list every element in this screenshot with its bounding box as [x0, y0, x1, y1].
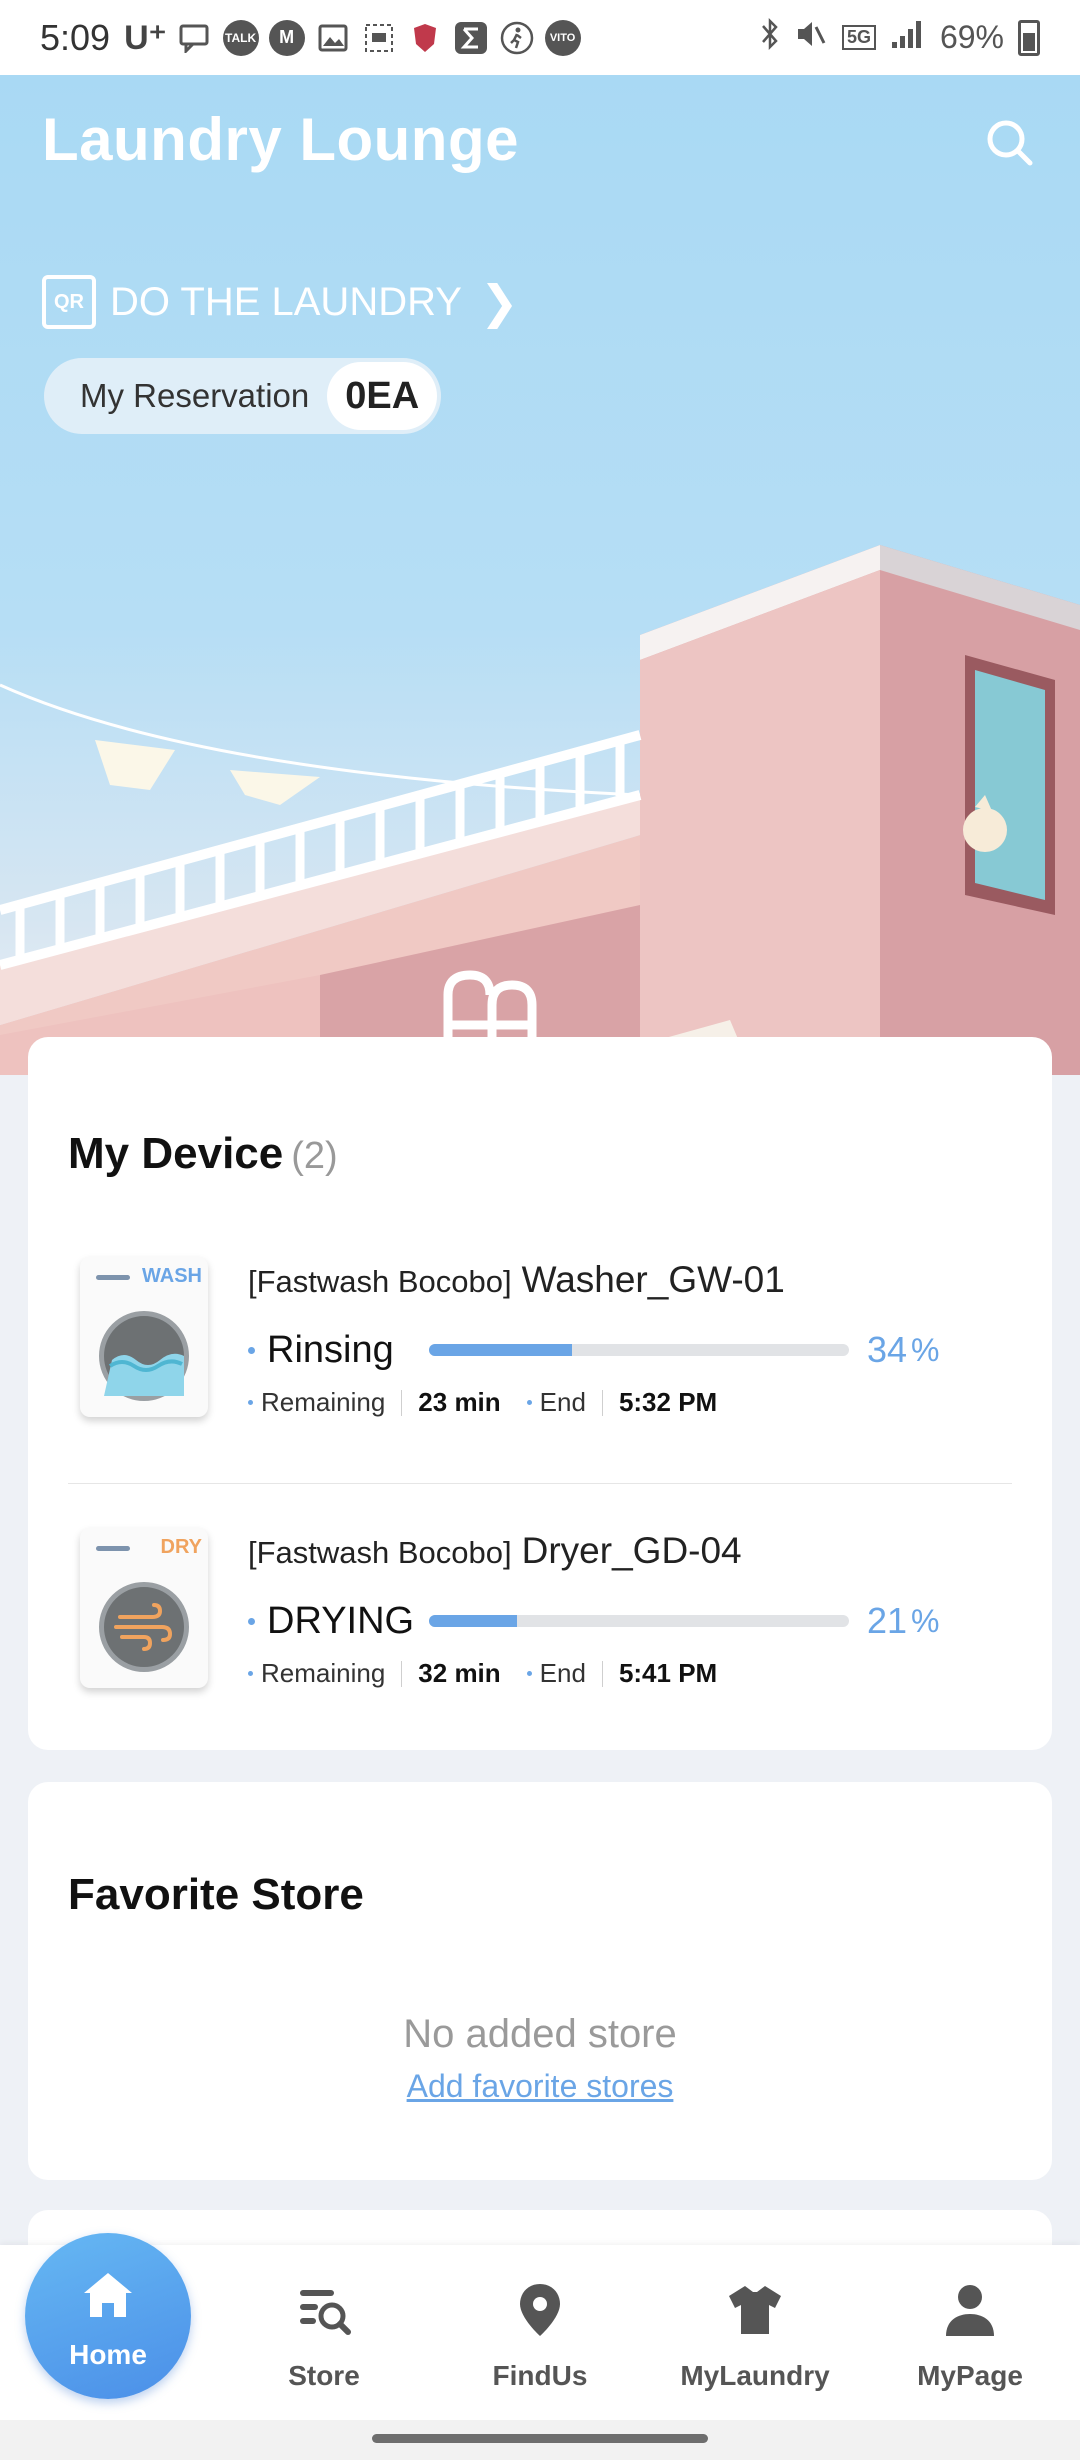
nav-home-label: Home — [69, 2339, 147, 2370]
device-brand: [Fastwash Bocobo] — [248, 1535, 512, 1570]
m-icon: M — [268, 19, 305, 56]
carrier-icon: U⁺ — [124, 18, 167, 57]
reservation-label: My Reservation — [80, 377, 310, 414]
device-brand: [Fastwash Bocobo] — [248, 1264, 512, 1299]
end-value: 5:41 PM — [618, 1658, 718, 1688]
store-search-icon — [300, 2290, 351, 2335]
chevron-right-icon: ❯ — [479, 276, 519, 328]
washer-icon: WASH — [80, 1257, 208, 1417]
my-device-heading: My Device (2) — [68, 1129, 338, 1179]
remaining-value: 32 min — [418, 1658, 501, 1688]
home-indicator[interactable] — [372, 2434, 708, 2443]
progress-fill — [429, 1615, 518, 1627]
device-model: Dryer_GD-04 — [521, 1530, 742, 1571]
device-meta-row: Remaining 32 min End 5:41 PM — [248, 1658, 743, 1689]
system-status: 5G 69% — [760, 17, 1040, 59]
remaining-value: 23 min — [418, 1387, 501, 1417]
percent-unit: % — [911, 1331, 940, 1368]
device-status: Rinsing — [267, 1328, 394, 1371]
shirt-icon — [729, 2286, 781, 2334]
network-type: 5G — [841, 25, 876, 50]
rooftop-illustration — [0, 545, 1080, 1075]
device-status-row: Rinsing 34% — [248, 1325, 948, 1375]
remaining-label: Remaining — [261, 1658, 386, 1688]
progress-fill — [429, 1344, 572, 1356]
nav-find-us[interactable]: FindUs — [450, 2270, 630, 2400]
my-reservation-pill[interactable]: My Reservation 0EA — [44, 358, 442, 434]
person-icon — [946, 2285, 994, 2336]
remaining-label: Remaining — [261, 1387, 386, 1417]
progress-percent: 21 — [867, 1600, 908, 1641]
progress-bar — [429, 1615, 849, 1627]
status-bar: 5:09 U⁺ TALK M VITO 5G 69% — [0, 0, 1080, 75]
search-button[interactable] — [980, 113, 1040, 173]
battery-percent: 69% — [939, 19, 1004, 55]
mute-icon — [794, 17, 828, 59]
progress-percent: 34 — [867, 1329, 908, 1370]
percent-unit: % — [911, 1602, 940, 1639]
nav-my-page[interactable]: MyPage — [880, 2270, 1060, 2400]
app-title: Laundry Lounge — [42, 106, 519, 173]
walk-icon — [499, 18, 535, 58]
message-icon — [177, 18, 213, 58]
dryer-icon: DRY — [80, 1528, 208, 1688]
hero-banner: Laundry Lounge QR DO THE LAUNDRY ❯ My Re… — [0, 75, 1080, 1075]
device-count: (2) — [291, 1135, 338, 1177]
progress-bar — [429, 1344, 849, 1356]
nav-find-us-label: FindUs — [492, 2360, 588, 2391]
nav-my-laundry-label: MyLaundry — [680, 2360, 830, 2391]
device-status: DRYING — [267, 1599, 415, 1642]
device-status-row: DRYING 21% — [248, 1596, 948, 1646]
favorite-store-card: Favorite Store No added store Add favori… — [28, 1782, 1052, 2180]
nav-store[interactable]: Store — [234, 2270, 414, 2400]
do-the-laundry-link[interactable]: QR DO THE LAUNDRY ❯ — [42, 275, 518, 329]
sigma-icon — [453, 18, 489, 58]
bluetooth-icon — [760, 17, 780, 59]
device-dryer[interactable]: DRY [Fastwash Bocobo] Dryer_GD-04 DRYING … — [68, 1508, 1016, 1708]
device-divider — [68, 1483, 1012, 1484]
device-title: [Fastwash Bocobo] Dryer_GD-04 — [248, 1530, 742, 1572]
shield-app-icon — [407, 18, 443, 58]
device-meta-row: Remaining 23 min End 5:32 PM — [248, 1387, 743, 1418]
status-time: 5:09 — [40, 16, 111, 58]
do-the-laundry-label: DO THE LAUNDRY — [110, 279, 462, 324]
gallery-icon — [315, 18, 351, 58]
end-label: End — [539, 1658, 586, 1688]
device-title: [Fastwash Bocobo] Washer_GW-01 — [248, 1259, 785, 1301]
location-pin-icon — [520, 2284, 560, 2336]
end-value: 5:32 PM — [618, 1387, 718, 1417]
talk-icon: TALK — [222, 19, 259, 56]
add-favorite-stores-link[interactable]: Add favorite stores — [28, 2068, 1052, 2105]
device-model: Washer_GW-01 — [521, 1259, 785, 1300]
nav-my-page-label: MyPage — [917, 2360, 1023, 2391]
end-label: End — [539, 1387, 586, 1417]
device-tag: WASH — [142, 1265, 202, 1287]
device-washer[interactable]: WASH [Fastwash Bocobo] Washer_GW-01 Rinsi… — [68, 1237, 1016, 1437]
home-icon — [84, 2273, 132, 2317]
battery-icon — [1018, 19, 1040, 56]
signal-icon — [890, 18, 926, 58]
notification-icons: U⁺ TALK M VITO — [124, 18, 581, 58]
no-store-text: No added store — [403, 2012, 677, 2056]
search-icon — [987, 120, 1033, 166]
vito-icon: VITO — [544, 19, 581, 56]
nav-my-laundry[interactable]: MyLaundry — [665, 2270, 845, 2400]
my-device-title: My Device — [68, 1129, 284, 1178]
nav-home[interactable]: Home — [25, 2233, 191, 2399]
device-tag: DRY — [160, 1536, 202, 1558]
reservation-count: 0EA — [327, 362, 438, 430]
my-device-card: My Device (2) WASH [Fastwash Bocobo] Washe… — [28, 1037, 1052, 1750]
favorite-store-title: Favorite Store — [68, 1870, 364, 1919]
qr-icon: QR — [42, 275, 96, 329]
nav-store-label: Store — [288, 2360, 360, 2391]
gesture-bar — [0, 2420, 1080, 2460]
zero-app-icon — [361, 18, 397, 58]
